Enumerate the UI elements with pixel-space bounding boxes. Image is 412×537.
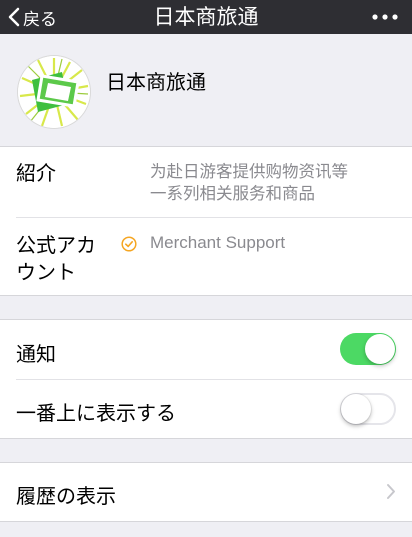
official-account-label-line-1: 公式アカ: [16, 233, 96, 257]
view-history-row[interactable]: 履歴の表示: [0, 463, 412, 521]
pin-to-top-label: 一番上に表示する: [16, 401, 176, 425]
intro-row: 紹介 为赴日游客提供购物资讯等 一系列相关服务和商品: [0, 147, 412, 217]
view-history-label: 履歴の表示: [16, 484, 116, 508]
more-button[interactable]: [372, 0, 398, 34]
app-logo-avatar: [18, 56, 90, 128]
more-dots-icon: [372, 14, 398, 20]
info-section: 紹介 为赴日游客提供购物资讯等 一系列相关服务和商品 公式アカ ウント Merc…: [0, 146, 412, 296]
pin-to-top-row: 一番上に表示する: [0, 380, 412, 438]
account-name: 日本商旅通: [106, 70, 206, 94]
notify-toggle[interactable]: [340, 333, 396, 365]
official-account-value: Merchant Support: [150, 233, 286, 252]
page-title: 日本商旅通: [153, 5, 259, 29]
navigation-bar: 戻る 日本商旅通: [0, 0, 412, 34]
intro-value: 为赴日游客提供购物资讯等 一系列相关服务和商品: [150, 161, 390, 205]
pin-to-top-toggle[interactable]: [340, 393, 396, 425]
notify-label: 通知: [16, 342, 56, 366]
chevron-right-icon: [387, 484, 395, 499]
intro-label: 紹介: [16, 161, 56, 185]
intro-line-1: 为赴日游客提供购物资讯等: [150, 162, 348, 181]
profile-header: 日本商旅通: [0, 34, 412, 146]
avatar: [18, 56, 90, 128]
official-account-label: 公式アカ ウント: [16, 232, 96, 286]
toggle-knob: [341, 394, 371, 424]
notify-row: 通知: [0, 320, 412, 379]
verified-badge-icon: [121, 236, 137, 252]
toggle-knob: [365, 334, 395, 364]
intro-line-2: 一系列相关服务和商品: [150, 184, 315, 203]
history-section: 履歴の表示: [0, 462, 412, 522]
official-account-label-line-2: ウント: [16, 260, 76, 284]
settings-section: 通知 一番上に表示する: [0, 319, 412, 439]
official-account-row[interactable]: 公式アカ ウント Merchant Support: [0, 218, 412, 295]
